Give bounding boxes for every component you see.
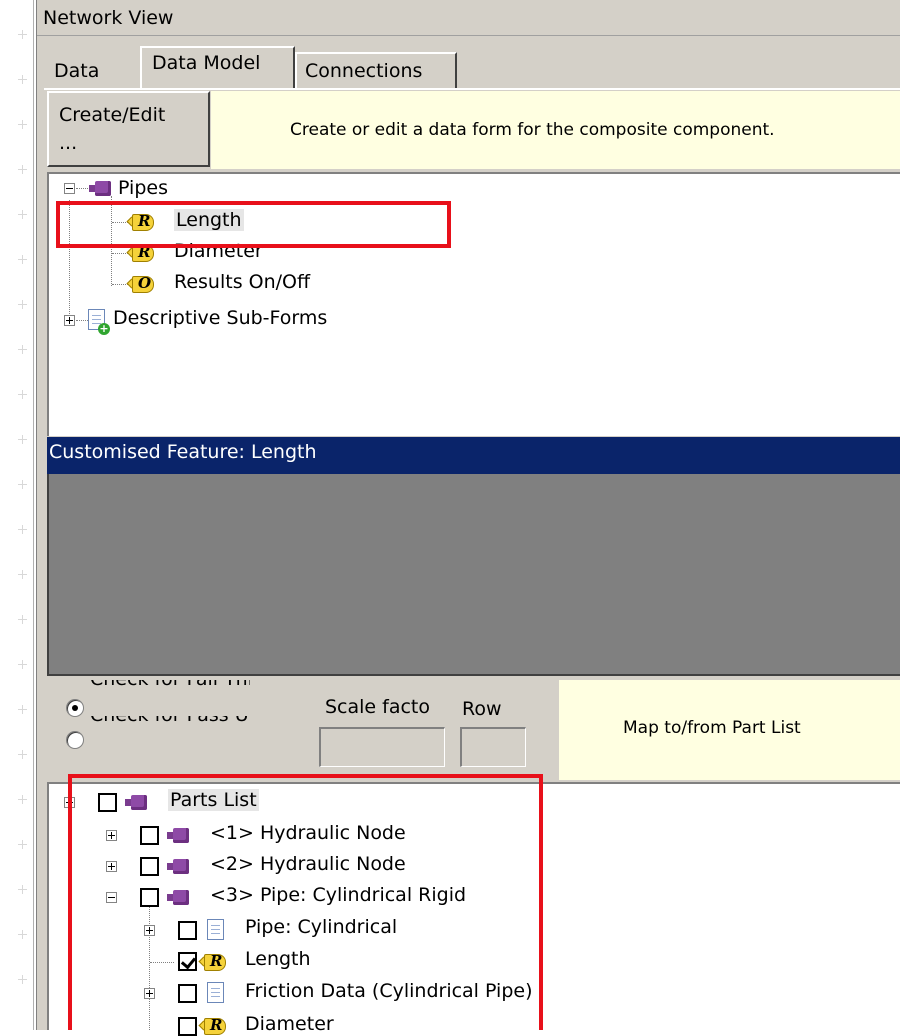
tree-connector [76, 320, 88, 321]
create-edit-ellipsis: ... [59, 132, 78, 154]
grid-mark [18, 435, 27, 444]
highlight-box [68, 774, 543, 1030]
grid-mark [18, 480, 27, 489]
grid-mark [18, 930, 27, 939]
grid-mark [18, 975, 27, 984]
grid-mark [18, 705, 27, 714]
tree-node-results-on-off[interactable]: Results On/Off [174, 271, 310, 293]
grid-mark [18, 840, 27, 849]
tree-node-descriptive-sub-forms[interactable]: Descriptive Sub-Forms [113, 307, 327, 329]
grid-mark [18, 255, 27, 264]
tree-connector [76, 188, 88, 189]
scale-factor-label: Scale facto [325, 696, 431, 718]
grid-mark [18, 885, 27, 894]
radio-pass-up-label: Check for Pass Up [90, 716, 250, 750]
grid-mark [18, 75, 27, 84]
customised-feature-header: Customised Feature: Length [47, 437, 900, 474]
tab-connections[interactable]: Connections [295, 52, 457, 88]
left-gutter [0, 0, 34, 1030]
radio-fail-thru-label: Check for Fail Thru [90, 680, 250, 714]
radio-check-pass-up[interactable] [66, 731, 84, 749]
grid-mark [18, 30, 27, 39]
grid-mark [18, 750, 27, 759]
map-to-from-part-list-label: Map to/from Part List [623, 718, 801, 738]
grid-mark [18, 120, 27, 129]
window-title: Network View [43, 7, 174, 29]
grid-mark [18, 660, 27, 669]
tab-data[interactable]: Data [44, 52, 138, 88]
grid-mark [18, 300, 27, 309]
collapse-toggle-pipes[interactable] [64, 183, 75, 194]
tree-node-pipes[interactable]: Pipes [118, 177, 168, 199]
component-icon [89, 181, 111, 196]
grid-mark [18, 210, 27, 219]
option-param-icon: O [126, 274, 154, 294]
grid-mark [18, 390, 27, 399]
create-edit-button[interactable]: Create/Edit ... [47, 91, 210, 167]
grid-mark [18, 165, 27, 174]
create-edit-label: Create/Edit [59, 104, 166, 126]
grid-mark [18, 525, 27, 534]
radio-check-fail-thru[interactable] [66, 699, 84, 717]
expand-toggle-sub-forms[interactable] [64, 315, 75, 326]
row-input[interactable] [460, 727, 526, 767]
customised-feature-body [47, 474, 900, 674]
scale-factor-input[interactable] [319, 727, 445, 767]
grid-mark [18, 345, 27, 354]
grid-mark [18, 795, 27, 804]
tab-data-model[interactable]: Data Model [140, 46, 295, 88]
highlight-box [56, 201, 451, 248]
grid-mark [18, 615, 27, 624]
row-label: Row [462, 698, 502, 720]
gutter-divider [33, 0, 34, 1030]
tab-strip-border [44, 88, 900, 90]
sub-form-icon [88, 309, 110, 335]
grid-mark [18, 570, 27, 579]
create-edit-description: Create or edit a data form for the compo… [290, 120, 775, 140]
